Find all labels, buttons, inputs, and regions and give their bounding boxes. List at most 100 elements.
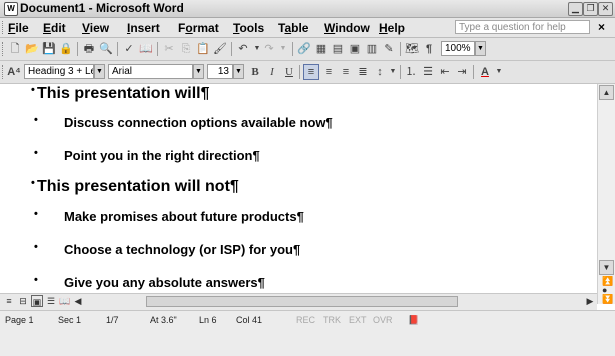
document-close-icon[interactable]: ×	[598, 20, 605, 34]
show-hide-icon[interactable]: ¶	[422, 42, 436, 56]
menu-item[interactable]: Format	[178, 21, 219, 35]
web-layout-icon[interactable]: ⊟	[17, 295, 29, 307]
status-trk[interactable]: TRK	[323, 315, 341, 325]
bullet-item: Point you in the right direction¶	[64, 148, 260, 163]
line-spacing-dropdown-icon[interactable]: ▼	[386, 65, 400, 79]
styles-formatting-icon[interactable]: A⁴	[7, 65, 21, 79]
align-right-icon[interactable]: ≡	[339, 65, 353, 79]
scroll-up-icon[interactable]: ▲	[599, 85, 614, 100]
font-color-button[interactable]: A	[478, 65, 492, 79]
paste-icon[interactable]: 📋	[196, 42, 210, 56]
toolbar-grip[interactable]	[2, 65, 6, 79]
scroll-left-icon[interactable]: ◀	[72, 295, 84, 307]
style-select[interactable]: Heading 3 + Le	[24, 64, 94, 79]
bullet-marker: •	[34, 274, 38, 286]
menu-item[interactable]: Help	[379, 21, 405, 35]
font-size-dropdown-icon[interactable]: ▼	[233, 64, 244, 79]
menu-item[interactable]: Edit	[43, 21, 66, 35]
zoom-select[interactable]: 100%	[441, 41, 475, 56]
outline-view-icon[interactable]: ☰	[45, 295, 57, 307]
status-page: Page 1	[5, 315, 34, 325]
reading-layout-icon[interactable]: 📖	[59, 295, 71, 307]
toolbar-grip[interactable]	[2, 42, 6, 56]
spelling-icon[interactable]: ✓	[122, 42, 136, 56]
bullet-item: Discuss connection options available now…	[64, 115, 333, 130]
print-layout-icon[interactable]: ▣	[31, 295, 43, 307]
scroll-right-icon[interactable]: ▶	[584, 295, 596, 307]
close-icon[interactable]: ✕	[598, 2, 613, 16]
menubar-grip[interactable]	[2, 21, 6, 34]
align-left-button[interactable]: ≡	[303, 64, 319, 80]
tables-borders-icon[interactable]: ▦	[314, 42, 328, 56]
insert-table-icon[interactable]: ▤	[331, 42, 345, 56]
zoom-dropdown-icon[interactable]: ▼	[475, 41, 486, 56]
font-dropdown-icon[interactable]: ▼	[193, 64, 204, 79]
undo-icon[interactable]: ↶	[236, 42, 250, 56]
menu-label: indow	[335, 21, 370, 35]
menu-item[interactable]: Insert	[127, 21, 160, 35]
menu-item[interactable]: Window	[324, 21, 370, 35]
research-icon[interactable]: 📖	[139, 42, 153, 56]
bullet-marker: •	[34, 208, 38, 220]
menu-bar: File Edit View Insert Format Tools Table Window…	[0, 18, 615, 38]
insert-excel-icon[interactable]: ▣	[348, 42, 362, 56]
italic-button[interactable]: I	[265, 65, 279, 79]
print-icon[interactable]: 🖶	[82, 42, 96, 56]
horizontal-scroll-thumb[interactable]	[146, 296, 458, 307]
numbering-icon[interactable]: ⒈	[404, 65, 418, 79]
title-bar: W Document1 - Microsoft Word ▁ ❐ ✕	[0, 0, 615, 18]
scroll-down-icon[interactable]: ▼	[599, 260, 614, 275]
hyperlink-icon[interactable]: 🔗	[297, 42, 311, 56]
document-area[interactable]: • This presentation will¶ • Discuss conn…	[0, 84, 597, 293]
font-color-dropdown-icon[interactable]: ▼	[492, 65, 506, 79]
next-page-icon[interactable]: ⏬	[602, 294, 613, 305]
status-ovr[interactable]: OVR	[373, 315, 393, 325]
status-column: Col 41	[236, 315, 263, 325]
status-ext[interactable]: EXT	[349, 315, 367, 325]
columns-icon[interactable]: ▥	[365, 42, 379, 56]
menu-item[interactable]: Tools	[233, 21, 264, 35]
menu-item[interactable]: View	[82, 21, 109, 35]
increase-indent-icon[interactable]: ⇥	[455, 65, 469, 79]
open-icon[interactable]: 📂	[25, 42, 39, 56]
toolbar-separator	[77, 42, 78, 56]
style-dropdown-icon[interactable]: ▼	[94, 64, 105, 79]
book-check-icon[interactable]: 📕	[408, 315, 419, 326]
copy-icon[interactable]: ⎘	[179, 42, 193, 56]
menu-item[interactable]: Table	[278, 21, 308, 35]
minimize-icon[interactable]: ▁	[568, 2, 583, 16]
underline-button[interactable]: U	[282, 65, 296, 79]
bold-button[interactable]: B	[248, 65, 262, 79]
normal-view-icon[interactable]: ≡	[3, 295, 15, 307]
font-size-select[interactable]: 13	[207, 64, 233, 79]
redo-dropdown-icon[interactable]: ▼	[276, 42, 290, 56]
redo-icon[interactable]: ↷	[262, 42, 276, 56]
permission-icon[interactable]: 🔒	[59, 42, 73, 56]
font-select[interactable]: Arial	[108, 64, 193, 79]
status-at: At 3.6"	[150, 315, 177, 325]
new-document-icon[interactable]: 🗋	[8, 42, 22, 56]
print-preview-icon[interactable]: 🔍	[99, 42, 113, 56]
document-map-icon[interactable]: 🗺	[405, 42, 419, 56]
decrease-indent-icon[interactable]: ⇤	[438, 65, 452, 79]
ask-question-input[interactable]: Type a question for help	[455, 20, 590, 34]
align-center-icon[interactable]: ≡	[322, 65, 336, 79]
justify-icon[interactable]: ≣	[356, 65, 370, 79]
drawing-icon[interactable]: ✎	[382, 42, 396, 56]
cut-icon[interactable]: ✂	[162, 42, 176, 56]
save-icon[interactable]: 💾	[42, 42, 56, 56]
toolbar-separator	[400, 42, 401, 56]
vertical-scrollbar[interactable]: ▲ ▼ ⏫ ● ⏬	[597, 84, 615, 304]
window-title: Document1 - Microsoft Word	[20, 1, 184, 15]
bullet-marker: •	[31, 177, 35, 189]
maximize-icon[interactable]: ❐	[583, 2, 598, 16]
format-painter-icon[interactable]: 🖌	[213, 42, 227, 56]
line-spacing-icon[interactable]: ↕	[373, 65, 387, 79]
bullets-icon[interactable]: ☰	[421, 65, 435, 79]
menu-label: ools	[239, 21, 265, 35]
toolbar-separator	[292, 42, 293, 56]
word-app-icon[interactable]: W	[4, 2, 18, 16]
menu-item[interactable]: File	[8, 21, 29, 35]
toolbar-separator	[473, 65, 474, 79]
status-rec[interactable]: REC	[296, 315, 315, 325]
